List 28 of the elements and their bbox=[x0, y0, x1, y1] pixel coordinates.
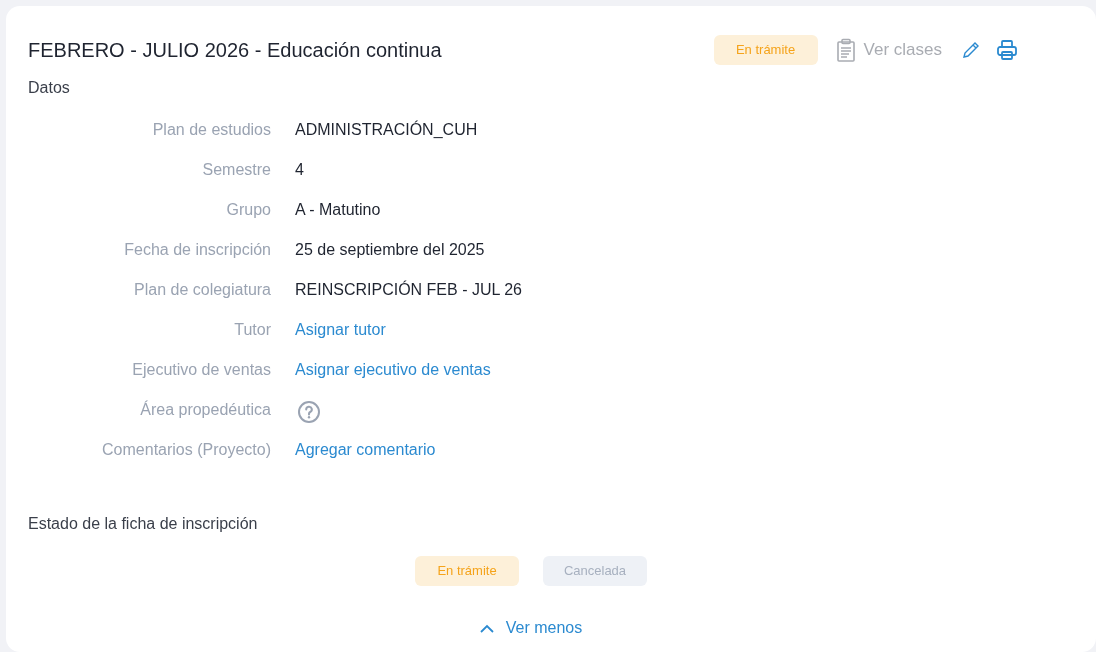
help-icon[interactable] bbox=[297, 400, 321, 424]
field-value: REINSCRIPCIÓN FEB - JUL 26 bbox=[295, 279, 522, 300]
clipboard-icon bbox=[835, 38, 856, 62]
field-label: Comentarios (Proyecto) bbox=[102, 441, 271, 458]
field-label: Ejecutivo de ventas bbox=[132, 361, 271, 378]
field-label: Semestre bbox=[202, 161, 271, 178]
field-value: A - Matutino bbox=[295, 200, 381, 220]
field-label: Fecha de inscripción bbox=[124, 241, 271, 258]
pencil-icon[interactable] bbox=[962, 41, 980, 59]
field-value: 25 de septiembre del 2025 bbox=[295, 240, 485, 260]
field-value: 4 bbox=[295, 160, 304, 180]
action-link[interactable]: Asignar ejecutivo de ventas bbox=[295, 358, 491, 382]
field-label: Plan de estudios bbox=[152, 121, 271, 138]
field-label: Plan de colegiatura bbox=[134, 281, 271, 298]
printer-icon[interactable] bbox=[996, 39, 1018, 61]
chevron-up-icon bbox=[479, 623, 494, 633]
section-title: Datos bbox=[28, 78, 70, 98]
show-less-link[interactable]: Ver menos bbox=[479, 616, 583, 640]
field-value: ADMINISTRACIÓN_CUH bbox=[295, 119, 478, 140]
action-link[interactable]: Asignar tutor bbox=[295, 318, 386, 342]
action-link[interactable]: Agregar comentario bbox=[295, 438, 436, 462]
section-title: Estado de la ficha de inscripción bbox=[28, 514, 258, 534]
status-badge: En trámite bbox=[713, 35, 818, 65]
field-label: Grupo bbox=[226, 201, 271, 218]
field-label: Área propedéutica bbox=[140, 401, 271, 418]
status-option[interactable]: Cancelada bbox=[543, 556, 647, 586]
field-label: Tutor bbox=[234, 321, 271, 338]
page-title: FEBRERO - JULIO 2026 - Educación continua bbox=[28, 38, 443, 63]
